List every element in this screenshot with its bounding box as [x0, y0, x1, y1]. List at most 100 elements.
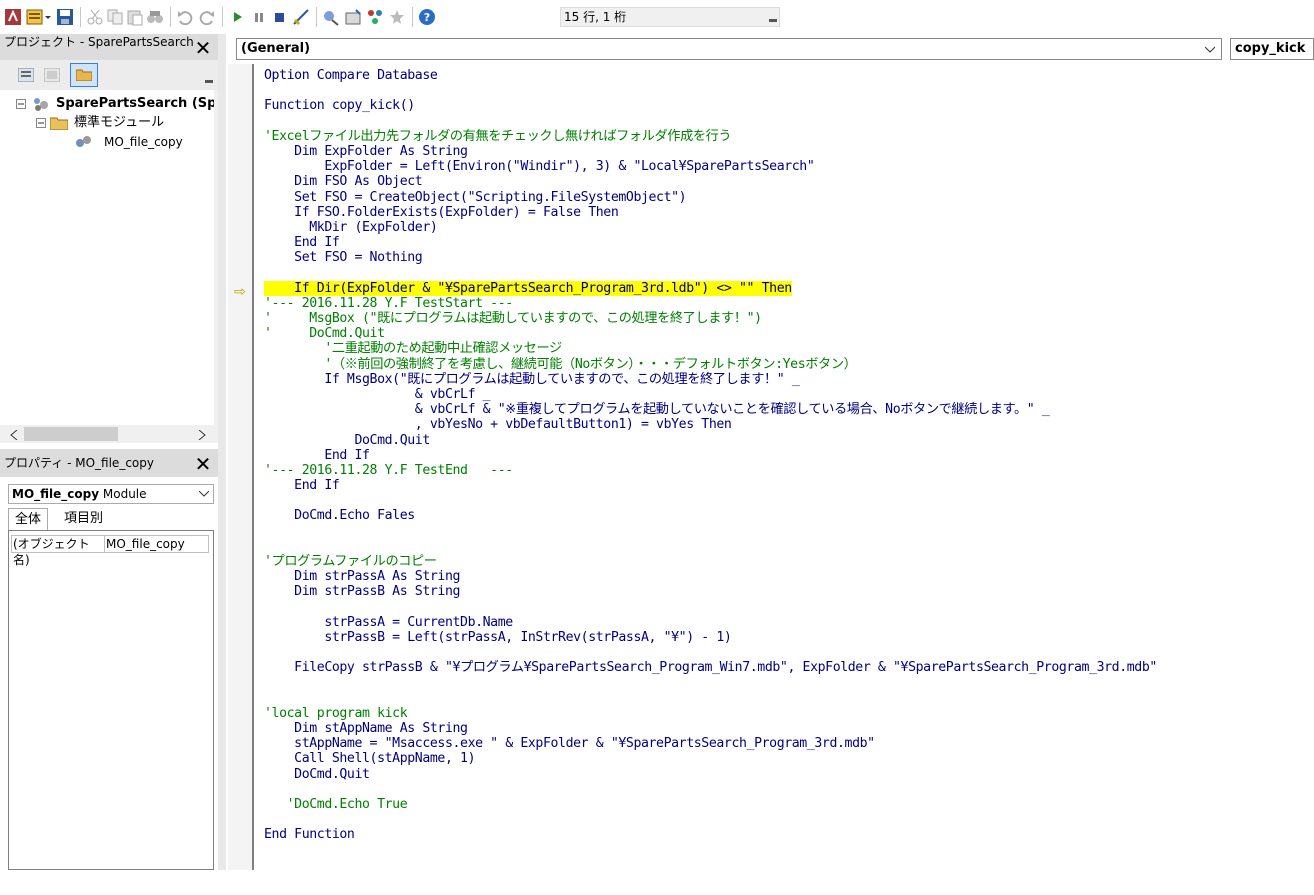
- panel-splitter[interactable]: [218, 34, 226, 895]
- object-select[interactable]: MO_file_copy Module: [8, 484, 214, 504]
- code-line[interactable]: Set FSO = Nothing: [264, 250, 1157, 265]
- property-row-name[interactable]: (オブジェクト名) MO_file_copy: [11, 535, 209, 567]
- code-line[interactable]: [264, 676, 1157, 691]
- code-line[interactable]: & vbCrLf _: [264, 387, 1157, 402]
- chevron-down-icon[interactable]: [44, 8, 52, 26]
- code-line[interactable]: [264, 691, 1157, 706]
- code-line[interactable]: ' DoCmd.Quit: [264, 326, 1157, 341]
- help-icon[interactable]: ?: [418, 8, 436, 26]
- copy-icon[interactable]: [106, 8, 124, 26]
- toggle-folders-button[interactable]: [70, 63, 98, 87]
- reset-icon[interactable]: [270, 8, 288, 26]
- scroll-thumb[interactable]: [24, 427, 118, 441]
- code-text[interactable]: Option Compare Database Function copy_kic…: [264, 68, 1157, 843]
- project-horizontal-scrollbar[interactable]: [0, 425, 214, 443]
- code-line[interactable]: Dim stAppName As String: [264, 721, 1157, 736]
- tab-alphabetic[interactable]: 全体: [8, 508, 49, 530]
- project-explorer-icon[interactable]: [322, 8, 340, 26]
- scroll-left-icon[interactable]: [10, 430, 18, 440]
- run-icon[interactable]: [228, 8, 246, 26]
- object-browser-icon[interactable]: [366, 8, 384, 26]
- toolbox-icon[interactable]: [388, 8, 406, 26]
- properties-icon[interactable]: [344, 8, 362, 26]
- chevron-down-icon[interactable]: [1205, 43, 1215, 55]
- code-line[interactable]: 'DoCmd.Echo True: [264, 797, 1157, 812]
- code-line[interactable]: DoCmd.Quit: [264, 767, 1157, 782]
- cut-icon[interactable]: [86, 8, 104, 26]
- code-line[interactable]: Option Compare Database: [264, 68, 1157, 83]
- code-line[interactable]: If Dir(ExpFolder & "¥SparePartsSearch_Pr…: [264, 280, 1157, 296]
- code-statement: Dim ExpFolder As String: [264, 143, 468, 159]
- code-line[interactable]: [264, 114, 1157, 129]
- code-line[interactable]: [264, 83, 1157, 98]
- find-icon[interactable]: [146, 8, 164, 26]
- close-icon[interactable]: ✕: [192, 38, 214, 58]
- code-line[interactable]: End If: [264, 235, 1157, 250]
- code-line[interactable]: Dim strPassA As String: [264, 569, 1157, 584]
- code-line[interactable]: [264, 539, 1157, 554]
- code-line[interactable]: & vbCrLf & "※重複してプログラムを起動していないことを確認している場…: [264, 402, 1157, 417]
- code-line[interactable]: FileCopy strPassB & "¥プログラム¥SparePartsSe…: [264, 660, 1157, 675]
- code-line[interactable]: End If: [264, 478, 1157, 493]
- insert-module-icon[interactable]: [26, 8, 44, 26]
- paste-icon[interactable]: [126, 8, 144, 26]
- code-line[interactable]: [264, 782, 1157, 797]
- access-icon[interactable]: [4, 8, 22, 26]
- code-line[interactable]: '--- 2016.11.28 Y.F TestEnd ---: [264, 463, 1157, 478]
- code-line[interactable]: [264, 812, 1157, 827]
- code-line[interactable]: '--- 2016.11.28 Y.F TestStart ---: [264, 296, 1157, 311]
- code-line[interactable]: [264, 524, 1157, 539]
- chevron-down-icon[interactable]: [199, 491, 209, 497]
- code-comment: '--- 2016.11.28 Y.F TestEnd ---: [264, 462, 513, 478]
- code-line[interactable]: Call Shell(stAppName, 1): [264, 751, 1157, 766]
- code-line[interactable]: 'Excelファイル出力先フォルダの有無をチェックし無ければフォルダ作成を行う: [264, 129, 1157, 144]
- design-mode-icon[interactable]: [292, 8, 310, 26]
- collapse-icon[interactable]: [36, 118, 46, 128]
- code-line[interactable]: End Function: [264, 827, 1157, 842]
- property-value[interactable]: MO_file_copy: [106, 536, 185, 552]
- code-line[interactable]: Set FSO = CreateObject("Scripting.FileSy…: [264, 190, 1157, 205]
- code-line[interactable]: Dim ExpFolder As String: [264, 144, 1157, 159]
- code-line[interactable]: '（※前回の強制終了を考慮し、継続可能（Noボタン）・・・デフォルトボタン:Ye…: [264, 357, 1157, 372]
- code-line[interactable]: If MsgBox("既にプログラムは起動していますので、この処理を終了します！…: [264, 372, 1157, 387]
- code-line[interactable]: End If: [264, 448, 1157, 463]
- procedure-combo[interactable]: copy_kick: [1230, 38, 1314, 60]
- view-object-icon[interactable]: [44, 68, 60, 82]
- code-line[interactable]: [264, 265, 1157, 280]
- code-line[interactable]: [264, 493, 1157, 508]
- properties-panel-title-text: プロパティ - MO_file_copy: [4, 456, 154, 470]
- code-line[interactable]: Function copy_kick(): [264, 98, 1157, 113]
- collapse-icon[interactable]: [16, 99, 26, 109]
- undo-icon[interactable]: [176, 8, 194, 26]
- code-line[interactable]: , vbYesNo + vbDefaultButton1) = vbYes Th…: [264, 417, 1157, 432]
- code-line[interactable]: stAppName = "Msaccess.exe " & ExpFolder …: [264, 736, 1157, 751]
- code-line[interactable]: 'local program kick: [264, 706, 1157, 721]
- save-icon[interactable]: [56, 8, 74, 26]
- code-line[interactable]: [264, 645, 1157, 660]
- redo-icon[interactable]: [198, 8, 216, 26]
- code-line[interactable]: If FSO.FolderExists(ExpFolder) = False T…: [264, 205, 1157, 220]
- code-line[interactable]: 'プログラムファイルのコピー: [264, 554, 1157, 569]
- code-line[interactable]: MkDir (ExpFolder): [264, 220, 1157, 235]
- code-editor[interactable]: ⇨ Option Compare Database Function copy_k…: [228, 64, 1314, 870]
- code-line[interactable]: [264, 600, 1157, 615]
- code-line[interactable]: strPassA = CurrentDb.Name: [264, 615, 1157, 630]
- code-line[interactable]: DoCmd.Quit: [264, 433, 1157, 448]
- close-icon[interactable]: ✕: [192, 454, 214, 474]
- scroll-right-icon[interactable]: [198, 430, 206, 440]
- code-line[interactable]: Dim strPassB As String: [264, 584, 1157, 599]
- tab-categorized[interactable]: 項目別: [58, 508, 109, 530]
- code-line[interactable]: ExpFolder = Left(Environ("Windir"), 3) &…: [264, 159, 1157, 174]
- chevron-down-icon[interactable]: [769, 15, 777, 23]
- code-line[interactable]: Dim FSO As Object: [264, 174, 1157, 189]
- margin-indicator-bar[interactable]: [228, 64, 252, 870]
- break-icon[interactable]: [250, 8, 268, 26]
- code-line[interactable]: ' MsgBox ("既にプログラムは起動していますので、この処理を終了します！…: [264, 311, 1157, 326]
- chevron-down-icon[interactable]: [204, 70, 214, 86]
- code-comment: 'local program kick: [264, 705, 408, 721]
- code-line[interactable]: '二重起動のため起動中止確認メッセージ: [264, 341, 1157, 356]
- code-line[interactable]: DoCmd.Echo Fales: [264, 508, 1157, 523]
- view-code-icon[interactable]: [18, 68, 34, 82]
- object-combo[interactable]: (General): [236, 38, 1222, 60]
- code-line[interactable]: strPassB = Left(strPassA, InStrRev(strPa…: [264, 630, 1157, 645]
